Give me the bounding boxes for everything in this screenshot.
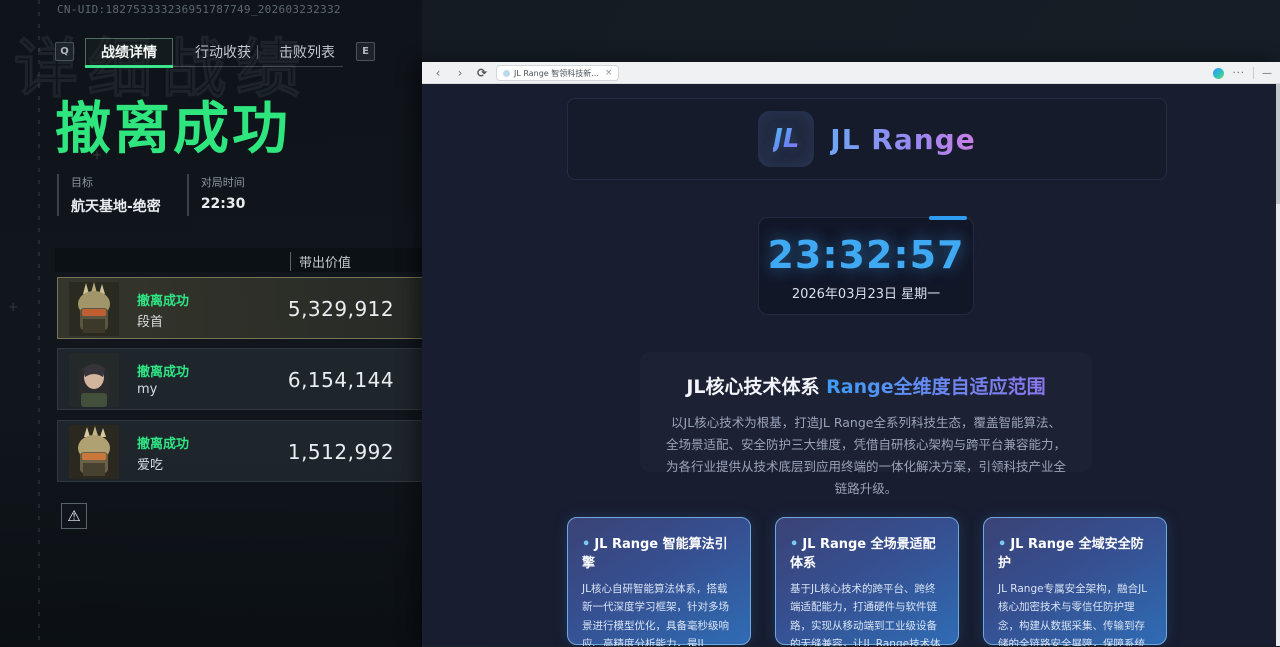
female-avatar-art xyxy=(69,353,119,407)
card-title: •JL Range 智能算法引擎 xyxy=(582,533,736,571)
card-body: 基于JL核心技术的跨平台、跨终端适配能力，打通硬件与软件链路，实现从移动端到工业… xyxy=(790,580,944,646)
row-status: 撤离成功 xyxy=(137,361,189,380)
forward-icon[interactable]: › xyxy=(452,65,468,81)
soldier-avatar-art xyxy=(69,425,119,479)
section-paragraph: 以JL核心技术为根基，打造JL Range全系列科技生态，覆盖智能算法、全场景适… xyxy=(666,412,1066,500)
column-header-extract-value: 带出价值 xyxy=(290,252,351,271)
extract-value: 1,512,992 xyxy=(276,440,406,464)
report-warning-button[interactable]: ⚠ xyxy=(61,503,87,529)
player-name: 段首 xyxy=(137,311,163,330)
card-title-text: JL Range 全场景适配体系 xyxy=(790,537,936,571)
close-tab-icon[interactable]: × xyxy=(605,68,613,78)
stat-value: 22:30 xyxy=(201,196,246,212)
toolbar-separator xyxy=(1253,67,1254,79)
decor-plus: + xyxy=(8,300,18,314)
tab-battle-details[interactable]: 战绩详情 xyxy=(85,38,173,66)
feature-card-security[interactable]: •JL Range 全域安全防护 JL Range专属安全架构，融合JL核心加密… xyxy=(983,517,1167,645)
feature-card-adaptation[interactable]: •JL Range 全场景适配体系 基于JL核心技术的跨平台、跨终端适配能力，打… xyxy=(775,517,959,645)
scrollbar-thumb[interactable] xyxy=(1276,84,1280,204)
heading-white-part: JL核心技术体系 xyxy=(686,376,826,398)
avatar xyxy=(69,353,119,407)
reload-icon[interactable]: ⟳ xyxy=(474,65,490,81)
brand-name: JL Range xyxy=(830,123,975,156)
keyhint-q: Q xyxy=(55,42,74,61)
feature-card-algorithm[interactable]: •JL Range 智能算法引擎 JL核心自研智能算法体系，搭载新一代深度学习框… xyxy=(567,517,751,645)
stat-label: 对局时间 xyxy=(201,174,246,190)
player-name: my xyxy=(137,382,157,397)
heading-gradient-part: Range全维度自适应范围 xyxy=(826,376,1045,398)
section-heading: JL核心技术体系 Range全维度自适应范围 xyxy=(666,372,1066,399)
webpage: JL JL Range 23:32:57 2026年03月23日 星期一 JL核… xyxy=(422,84,1280,646)
keyhint-e: E xyxy=(356,42,375,61)
feature-cards-row: •JL Range 智能算法引擎 JL核心自研智能算法体系，搭载新一代深度学习框… xyxy=(567,517,1167,645)
card-title-text: JL Range 智能算法引擎 xyxy=(582,537,728,571)
bullet-icon: • xyxy=(998,537,1006,552)
row-status: 撤离成功 xyxy=(137,290,189,309)
browser-tab[interactable]: JL Range 智领科技新... × xyxy=(496,65,619,81)
back-icon[interactable]: ‹ xyxy=(430,65,446,81)
tab-title: JL Range 智领科技新... xyxy=(514,68,599,79)
card-body: JL核心自研智能算法体系，搭载新一代深度学习框架，针对多场景进行模型优化，具备毫… xyxy=(582,580,736,646)
jl-logo-tile: JL xyxy=(758,111,814,167)
avatar xyxy=(69,282,119,336)
avatar xyxy=(69,425,119,479)
card-body: JL Range专属安全架构，融合JL核心加密技术与零信任防护理念，构建从数据采… xyxy=(998,580,1152,646)
intro-section-card: JL核心技术体系 Range全维度自适应范围 以JL核心技术为根基，打造JL R… xyxy=(640,352,1092,472)
match-stats: 目标 航天基地-绝密 对局时间 22:30 xyxy=(57,174,271,216)
brand-header-card: JL JL Range xyxy=(567,98,1167,180)
browser-logo-icon[interactable] xyxy=(1213,68,1224,79)
clock-date: 2026年03月23日 星期一 xyxy=(759,283,973,302)
card-title-text: JL Range 全域安全防护 xyxy=(998,537,1144,571)
minimize-icon[interactable]: — xyxy=(1262,68,1272,79)
browser-window: ‹ › ⟳ JL Range 智领科技新... × ··· — JL JL Ra… xyxy=(422,62,1280,647)
browser-toolbar: ‹ › ⟳ JL Range 智领科技新... × ··· — xyxy=(422,62,1280,84)
toolbar-right-controls: ··· — xyxy=(1213,65,1272,81)
player-name: 爱吃 xyxy=(137,454,163,473)
extract-value: 5,329,912 xyxy=(276,297,406,321)
row-status: 撤离成功 xyxy=(137,433,189,452)
page-scrollbar[interactable] xyxy=(1276,84,1280,646)
screen: + + 详细战绩 CN-UID:182753333236951787749_20… xyxy=(0,0,1280,647)
result-title: 撤离成功 xyxy=(55,84,291,165)
card-title: •JL Range 全场景适配体系 xyxy=(790,533,944,571)
tab-defeat-list[interactable]: 击败列表 xyxy=(279,38,335,66)
player-uid: CN-UID:182753333236951787749_20260323233… xyxy=(57,3,341,16)
tabbar-underline xyxy=(85,66,343,67)
results-tabbar: Q 战绩详情 行动收获 击败列表 E xyxy=(0,38,422,68)
more-menu-icon[interactable]: ··· xyxy=(1232,68,1245,79)
clock-card: 23:32:57 2026年03月23日 星期一 xyxy=(758,217,974,315)
stat-value: 航天基地-绝密 xyxy=(71,196,161,216)
stat-label: 目标 xyxy=(71,174,161,190)
extract-value: 6,154,144 xyxy=(276,368,406,392)
clock-time: 23:32:57 xyxy=(759,233,973,277)
bullet-icon: • xyxy=(790,537,798,552)
clock-accent-bar xyxy=(929,216,967,220)
stat-objective: 目标 航天基地-绝密 xyxy=(57,174,161,216)
soldier-avatar-art xyxy=(69,282,119,336)
stat-duration: 对局时间 22:30 xyxy=(187,174,246,216)
tab-action-gains[interactable]: 行动收获 xyxy=(195,38,251,66)
jl-logo-icon: JL xyxy=(773,124,799,154)
bullet-icon: • xyxy=(582,537,590,552)
tab-divider xyxy=(257,45,258,59)
card-title: •JL Range 全域安全防护 xyxy=(998,533,1152,571)
warning-icon: ⚠ xyxy=(67,507,80,525)
favicon xyxy=(503,70,510,77)
